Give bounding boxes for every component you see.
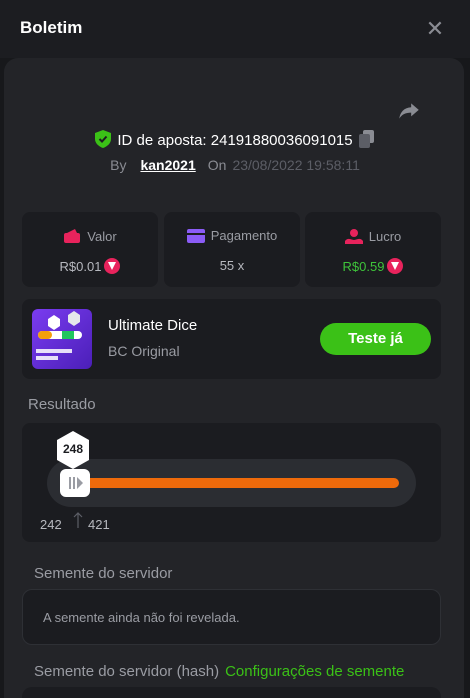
result-label: Resultado <box>28 396 96 413</box>
dialog-title: Boletim <box>20 18 83 37</box>
bet-id-value: 24191880036091015 <box>210 132 353 149</box>
server-seed-field[interactable]: A semente ainda não foi revelada. <box>22 589 441 645</box>
shield-check-icon <box>95 130 112 148</box>
stat-lucro-value: R$0.59 <box>342 259 385 274</box>
stat-lucro: Lucro R$0.59 <box>305 212 441 287</box>
bet-id-row: ID de aposta: 24191880036091015 <box>0 130 470 152</box>
stat-valor-value: R$0.01 <box>59 259 102 274</box>
close-icon[interactable]: ✕ <box>424 18 446 40</box>
tron-coin-icon <box>387 258 404 274</box>
wallet-icon <box>64 229 81 243</box>
user-link[interactable]: kan2021 <box>140 157 195 173</box>
on-label: On <box>207 157 227 173</box>
result-slider-track <box>47 459 416 507</box>
stat-pagamento-label: Pagamento <box>210 228 278 243</box>
card-icon <box>186 229 205 243</box>
server-seed-hash-label: Semente do servidor (hash) <box>34 663 220 680</box>
seed-settings-link[interactable]: Configurações de semente <box>225 663 404 680</box>
by-label: By <box>110 157 127 173</box>
server-seed-hash-field[interactable] <box>22 687 441 698</box>
bet-id-label: ID de aposta: <box>117 132 207 149</box>
range-min: 242 <box>40 517 62 532</box>
stat-valor: Valor R$0.01 <box>22 212 158 287</box>
arrow-up-icon <box>73 512 83 528</box>
stat-pagamento: Pagamento 55 x <box>164 212 300 287</box>
bet-date: 23/08/2022 19:58:11 <box>232 157 360 173</box>
result-range-fill <box>85 478 399 488</box>
game-name[interactable]: Ultimate Dice <box>108 317 197 334</box>
range-max: 421 <box>88 517 110 532</box>
dice-illustration <box>36 311 82 360</box>
result-value: 248 <box>62 442 84 456</box>
server-seed-label: Semente do servidor <box>34 565 173 582</box>
stat-lucro-label: Lucro <box>368 229 402 244</box>
slider-handle[interactable] <box>60 469 90 497</box>
copy-icon[interactable] <box>358 130 375 148</box>
game-provider: BC Original <box>108 343 180 359</box>
stat-pagamento-value: 55 x <box>219 258 245 273</box>
tron-coin-icon <box>104 258 121 274</box>
result-box: 248 242 421 <box>22 423 441 542</box>
bet-meta-row: By kan2021 On 23/08/2022 19:58:11 <box>0 157 470 177</box>
server-seed-value: A semente ainda não foi revelada. <box>43 610 240 625</box>
grip-icon <box>69 477 83 489</box>
dialog-header: Boletim ✕ <box>0 0 470 58</box>
share-icon[interactable] <box>396 98 422 124</box>
profit-icon <box>344 229 363 244</box>
game-thumbnail[interactable] <box>32 309 92 369</box>
try-now-button[interactable]: Teste já <box>320 323 431 355</box>
stat-valor-label: Valor <box>87 229 117 244</box>
server-seed-hash-row: Semente do servidor (hash) Configurações … <box>34 663 404 680</box>
game-card: Ultimate Dice BC Original Teste já <box>22 299 441 379</box>
